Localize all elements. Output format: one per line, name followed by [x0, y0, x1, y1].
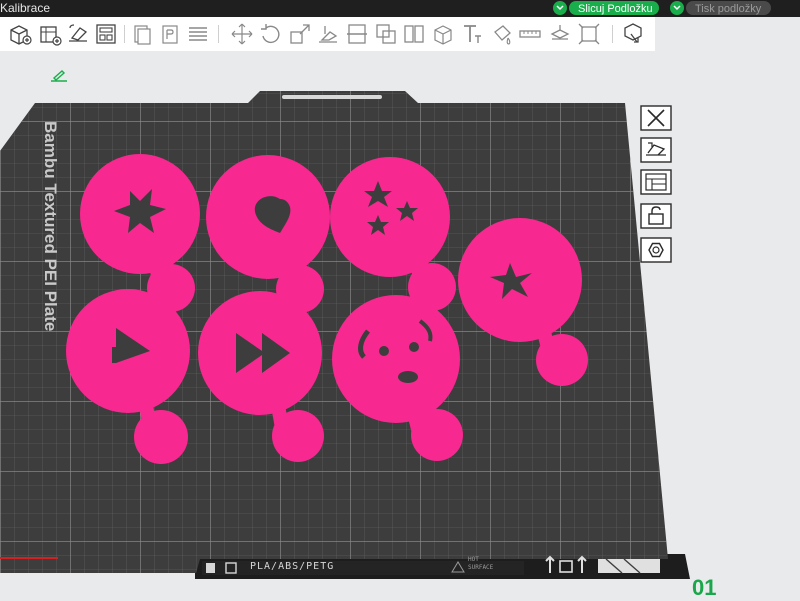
measure-icon[interactable] [518, 22, 542, 46]
move-icon[interactable] [230, 22, 254, 46]
rotate-icon[interactable] [258, 22, 282, 46]
filament-type-label: PLA/ABS/PETG [250, 561, 335, 572]
close-plate-icon[interactable] [640, 105, 672, 131]
text-icon[interactable] [460, 22, 484, 46]
print-plate-button[interactable]: Tisk podložky [686, 1, 771, 15]
add-plate-icon[interactable] [38, 22, 62, 46]
plate-type-icon[interactable] [640, 237, 672, 263]
toolbar-separator [218, 25, 219, 43]
cut-icon[interactable] [345, 22, 369, 46]
copy-icon[interactable] [130, 22, 154, 46]
hot-surface-label-2: SURFACE [468, 564, 494, 571]
toolbar-separator [124, 25, 125, 43]
slice-plate-button[interactable]: Slicuj Podložku [569, 1, 659, 15]
layers-icon[interactable] [186, 22, 210, 46]
toolbar [0, 17, 655, 51]
toolbar-separator [612, 25, 613, 43]
print-dropdown-button[interactable] [670, 1, 684, 15]
app-title: Kalibrace [0, 1, 51, 15]
plate-notch [282, 95, 382, 99]
chevron-down-icon [556, 5, 564, 11]
split-icon[interactable] [402, 22, 426, 46]
slice-dropdown-button[interactable] [553, 1, 567, 15]
hot-surface-label-1: HOT [468, 556, 479, 563]
3d-viewport[interactable]: Bambu Textured PEI Plate 01 PLA/ABS/PETG… [0, 51, 800, 601]
slice-plate-button-label: Slicuj Podložku [578, 3, 653, 15]
variable-layer-icon[interactable] [577, 22, 601, 46]
title-bar: Kalibrace Slicuj Podložku Tisk podložky [0, 0, 800, 17]
scale-icon[interactable] [288, 22, 312, 46]
lock-plate-icon[interactable] [640, 203, 672, 229]
seam-paint-icon[interactable] [490, 22, 514, 46]
assembly-view-icon[interactable] [621, 22, 645, 46]
boolean-icon[interactable] [374, 22, 398, 46]
plate-type-label: Bambu Textured PEI Plate [41, 121, 60, 332]
arrange-icon[interactable] [94, 22, 118, 46]
auto-orient-icon[interactable] [66, 22, 90, 46]
lay-on-face-icon[interactable] [316, 22, 340, 46]
support-paint-icon[interactable] [431, 22, 455, 46]
paste-icon[interactable] [158, 22, 182, 46]
assembly-icon[interactable] [548, 22, 572, 46]
build-plate-scene [0, 91, 690, 579]
edit-plate-name-icon[interactable] [48, 69, 70, 83]
arrange-plate-icon[interactable] [640, 137, 672, 163]
add-cube-icon[interactable] [8, 22, 32, 46]
plate-settings-icon[interactable] [640, 169, 672, 195]
plate-number[interactable]: 01 [692, 575, 716, 601]
print-plate-button-label: Tisk podložky [695, 3, 762, 15]
chevron-down-icon [673, 5, 681, 11]
